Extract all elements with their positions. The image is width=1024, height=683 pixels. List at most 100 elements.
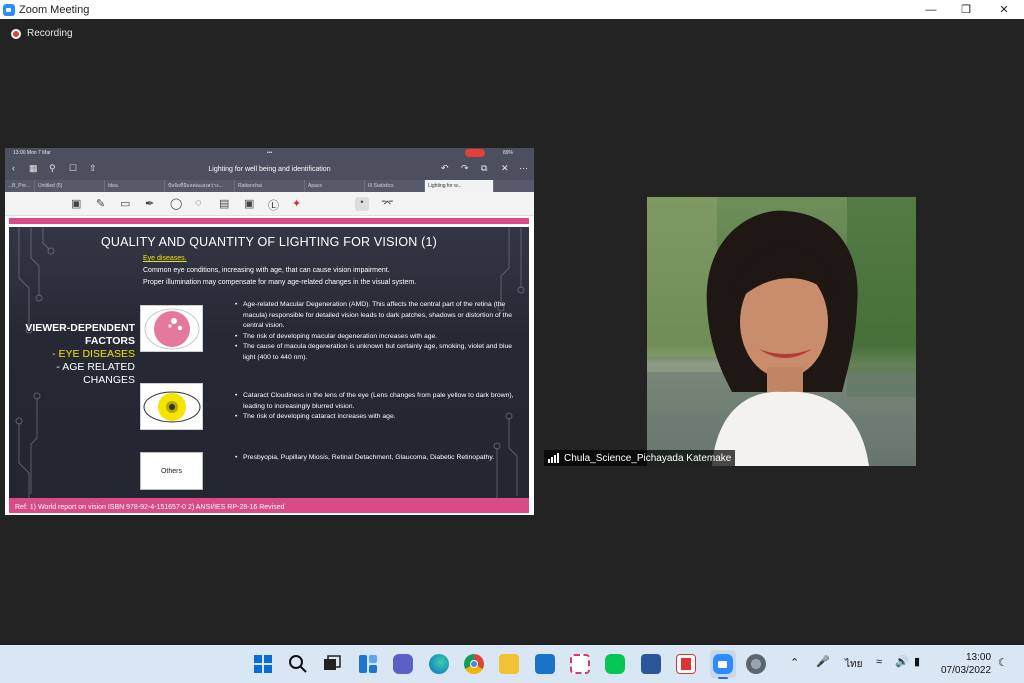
window-title: Zoom Meeting — [19, 3, 90, 16]
tab-label: ปัจจัยที่มีผลต่อแสงสว่าง... — [168, 183, 223, 189]
slide-intro-1: Common eye conditions, increasing with a… — [143, 267, 390, 274]
document-title[interactable]: Lighting for well being and identificati… — [5, 166, 534, 173]
stroke-style-icon[interactable]: ⌤ — [381, 197, 394, 210]
search-icon[interactable] — [288, 654, 308, 674]
tab-item[interactable]: III Statistics — [365, 180, 425, 192]
slide: QUALITY AND QUANTITY OF LIGHTING FOR VIS… — [9, 218, 529, 513]
redo-icon[interactable]: ↷ — [461, 163, 469, 174]
ipad-battery-text: 89% — [503, 150, 514, 156]
battery-icon[interactable]: ▮ — [914, 655, 920, 668]
others-bullets: Presbyopia, Pupillary Miosis, Retinal De… — [235, 453, 525, 464]
factors-line-1: VIEWER-DEPENDENT — [25, 322, 135, 334]
bullet-item: Age-related Macular Degeneration (AMD). … — [235, 300, 525, 332]
close-icon[interactable]: ✕ — [985, 0, 1023, 19]
pen-icon[interactable]: ✎ — [96, 197, 105, 210]
cataract-bullets: Cataract Cloudiness in the lens of the e… — [235, 391, 525, 423]
factors-line-3: - EYE DISEASES — [52, 348, 135, 360]
tab-label: ...B_Pre... — [8, 183, 31, 189]
factors-heading: VIEWER-DEPENDENT FACTORS - EYE DISEASES … — [9, 322, 135, 387]
image-icon[interactable]: ▤ — [219, 197, 229, 210]
laser-pointer-icon[interactable]: ✦ — [292, 197, 301, 210]
taskbar: ⌃ 🎤 ไทย ≈ 🔊 ▮ 13:00 07/03/2022 ☾ — [0, 645, 1024, 683]
slide-title: QUALITY AND QUANTITY OF LIGHTING FOR VIS… — [100, 235, 438, 249]
tab-item[interactable]: ปัจจัยที่มีผลต่อแสงสว่าง... — [165, 180, 235, 192]
tab-item-active[interactable]: Lighting for w... — [425, 180, 494, 192]
wifi-icon[interactable]: ≈ — [876, 656, 882, 668]
participant-name-tag: Chula_Science_Pichayada Katemake — [544, 450, 736, 466]
close-doc-icon[interactable]: ✕ — [501, 163, 509, 174]
bullet-item: The cause of macula degeneration is unkn… — [235, 342, 525, 363]
settings-icon[interactable] — [746, 654, 766, 674]
record-icon — [11, 28, 21, 39]
add-page-icon[interactable]: ⧉ — [481, 163, 487, 174]
ipad-tabs: ...B_Pre... Untitled (5) Idea ปัจจัยที่ม… — [5, 180, 534, 192]
highlighter-icon[interactable]: ✒ — [145, 197, 154, 210]
tab-item[interactable]: Rattanchai — [235, 180, 305, 192]
clock-date[interactable]: 07/03/2022 — [941, 665, 991, 676]
bullet-item: The risk of developing cataract increase… — [235, 412, 525, 423]
tab-item[interactable]: Untitled (5) — [35, 180, 105, 192]
maximize-icon[interactable]: ❐ — [947, 0, 985, 19]
snipping-tool-icon[interactable] — [570, 654, 590, 674]
ipad-record-badge — [465, 149, 485, 157]
file-explorer-icon[interactable] — [499, 654, 519, 674]
factors-line-5: CHANGES — [83, 374, 135, 386]
acrobat-icon[interactable] — [676, 654, 696, 674]
sidebar-icon[interactable]: ▣ — [71, 197, 81, 210]
line-icon[interactable] — [605, 654, 625, 674]
dot-size-icon[interactable]: • — [355, 197, 369, 211]
shared-screen[interactable]: 13:00 Mon 7 Mar ••• 89% ‹ ▦ ⚲ ☐ ⇧ Lighti… — [5, 148, 534, 515]
widgets-icon[interactable] — [358, 654, 378, 674]
recording-label: Recording — [27, 28, 73, 39]
recording-indicator[interactable]: Recording — [11, 28, 73, 39]
more-icon[interactable]: ⋯ — [519, 163, 528, 174]
annotation-toolbar: ▣ ✎ ▭ ✒ ◯ ◌ ▤ ▣ Ⓛ ✦ • ⌤ — [5, 192, 534, 216]
amd-eye-illustration — [140, 305, 203, 352]
bullet-item: The risk of developing macular degenerat… — [235, 332, 525, 343]
cataract-eye-illustration — [140, 383, 203, 430]
clock-time[interactable]: 13:00 — [966, 652, 991, 663]
tab-label: Untitled (5) — [38, 183, 63, 189]
tab-label: Lighting for w... — [428, 183, 462, 189]
word-icon[interactable] — [641, 654, 661, 674]
slide-reference: Ref: 1) World report on vision ISBN 978-… — [15, 504, 285, 511]
factors-line-2: FACTORS — [85, 335, 135, 347]
slide-page: QUALITY AND QUANTITY OF LIGHTING FOR VIS… — [5, 216, 534, 515]
eraser-icon[interactable]: ▭ — [120, 197, 130, 210]
teams-chat-icon[interactable] — [393, 654, 413, 674]
bullet-item: Presbyopia, Pupillary Miosis, Retinal De… — [235, 453, 525, 464]
signal-strength-icon — [548, 453, 560, 463]
ipad-status-time: 13:00 Mon 7 Mar — [13, 150, 51, 156]
slide-intro-2: Proper illumination may compensate for m… — [143, 279, 417, 286]
window-titlebar: Zoom Meeting — [0, 0, 1024, 19]
mail-icon[interactable] — [535, 654, 555, 674]
undo-icon[interactable]: ↶ — [441, 163, 449, 174]
ipad-toolbar: ‹ ▦ ⚲ ☐ ⇧ Lighting for well being and id… — [5, 158, 534, 180]
tab-item[interactable]: Idea — [105, 180, 165, 192]
participant-portrait — [647, 197, 916, 466]
lasso-icon[interactable]: ◌ — [195, 197, 202, 209]
tab-item[interactable]: ...B_Pre... — [5, 180, 35, 192]
microphone-icon[interactable]: 🎤 — [816, 655, 830, 668]
camera-icon[interactable]: ▣ — [244, 197, 254, 210]
bullet-item: Cataract Cloudiness in the lens of the e… — [235, 391, 525, 412]
windows-start-icon[interactable] — [253, 654, 273, 674]
input-language[interactable]: ไทย — [845, 657, 862, 672]
chrome-icon[interactable] — [464, 654, 484, 674]
task-view-icon[interactable] — [322, 654, 342, 674]
others-box: Others — [140, 452, 203, 490]
minimize-icon[interactable]: — — [912, 0, 950, 19]
shapes-icon[interactable]: ◯ — [170, 197, 182, 210]
tab-label: III Statistics — [368, 183, 394, 189]
volume-icon[interactable]: 🔊 — [895, 655, 909, 668]
slide-subhead: Eye diseases. — [143, 255, 187, 262]
zoom-icon[interactable] — [710, 650, 736, 679]
participant-name: Chula_Science_Pichayada Katemake — [564, 452, 732, 464]
participant-video[interactable] — [647, 197, 916, 466]
text-icon[interactable]: Ⓛ — [268, 197, 279, 213]
tab-item[interactable]: Apace — [305, 180, 365, 192]
edge-icon[interactable] — [429, 654, 449, 674]
chevron-up-icon[interactable]: ⌃ — [790, 656, 799, 669]
ipad-dots: ••• — [267, 150, 273, 156]
moon-icon[interactable]: ☾ — [998, 656, 1008, 669]
